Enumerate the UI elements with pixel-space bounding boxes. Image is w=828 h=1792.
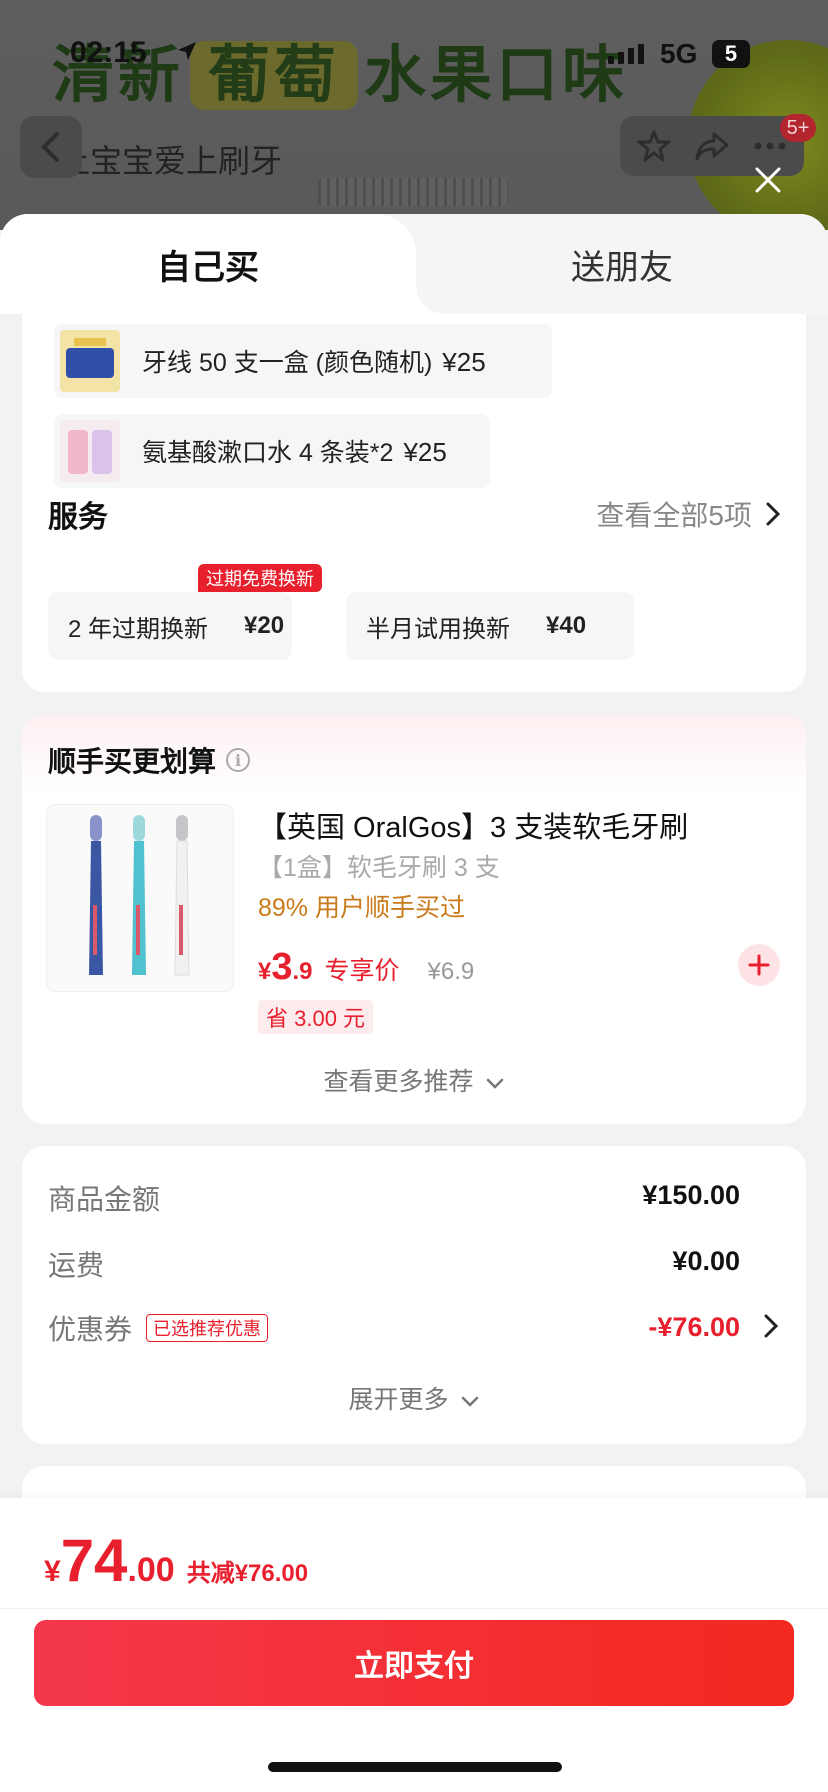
total-discount: 共减¥76.00 — [186, 1560, 309, 1587]
coupon-tag: 已选推荐优惠 — [146, 1314, 269, 1342]
battery-icon: 5 — [712, 40, 750, 68]
info-icon[interactable]: i — [226, 748, 251, 772]
addon-item[interactable]: 氨基酸漱口水 4 条装*2 ¥25 — [54, 414, 490, 488]
shipping-label: 运费 — [48, 1250, 105, 1281]
addon-item[interactable]: 牙线 50 支一盒 (颜色随机) ¥25 — [54, 324, 552, 398]
service-title: 服务 — [48, 501, 108, 534]
chevron-right-icon — [766, 502, 780, 526]
tab-gift-friend[interactable]: 送朋友 — [416, 214, 828, 314]
notification-badge: 5+ — [780, 114, 816, 142]
upsell-card: 顺手买更划算 i 【英国 OralGos】3 支装软毛牙刷 【1盒】软毛牙刷 3… — [22, 714, 806, 1124]
purchase-mode-tabs: 自己买 送朋友 — [0, 214, 828, 314]
see-more-label: 查看更多推荐 — [323, 1068, 474, 1096]
goods-amount-label: 商品金额 — [48, 1184, 161, 1215]
close-icon[interactable] — [752, 164, 784, 196]
chevron-left-icon — [41, 132, 59, 162]
original-price: ¥6.9 — [427, 958, 475, 985]
background-decoration — [318, 178, 508, 206]
network-type: 5G — [660, 38, 698, 69]
add-upsell-button[interactable] — [738, 944, 780, 986]
service-option-name: 2 年过期换新 — [68, 615, 209, 643]
price-label: 专享价 — [324, 957, 400, 985]
chevron-down-icon — [462, 1396, 479, 1407]
checkout-bottom-bar: ¥74.00 共减¥76.00 立即支付 — [0, 1498, 828, 1792]
service-option-price: ¥20 — [244, 612, 285, 639]
addon-thumbnail — [60, 330, 120, 392]
addon-price: ¥25 — [442, 347, 486, 377]
expand-more-label: 展开更多 — [348, 1386, 449, 1414]
home-indicator[interactable] — [268, 1762, 562, 1772]
service-option-name: 半月试用换新 — [366, 615, 510, 643]
upsell-product-image[interactable] — [46, 804, 234, 992]
status-time: 02:15 — [70, 36, 147, 69]
addons-service-card: 牙线 50 支一盒 (颜色随机) ¥25 氨基酸漱口水 4 条装*2 ¥25 服务 … — [22, 314, 806, 692]
price-currency: ¥ — [258, 958, 272, 985]
total-price: ¥74.00 共减¥76.00 — [44, 1526, 308, 1595]
upsell-product-name[interactable]: 【英国 OralGos】3 支装软毛牙刷 — [258, 804, 688, 846]
price-summary-card: 商品金额 ¥150.00 运费 ¥0.00 优惠券 已选推荐优惠 -¥76.00… — [22, 1146, 806, 1444]
chevron-right-icon[interactable] — [764, 1314, 778, 1338]
upsell-title: 顺手买更划算 i — [48, 740, 251, 780]
toothbrush-image — [89, 815, 190, 976]
price-decimal: .9 — [292, 958, 313, 985]
addon-thumbnail — [60, 420, 120, 482]
signal-icon — [608, 44, 644, 64]
total-currency: ¥ — [44, 1555, 61, 1588]
divider — [0, 1608, 828, 1609]
coupon-row[interactable]: 优惠券 已选推荐优惠 — [48, 1308, 269, 1348]
service-promo-tag: 过期免费换新 — [198, 564, 322, 592]
pay-now-button[interactable]: 立即支付 — [34, 1620, 794, 1706]
background-subtitle: 让宝宝爱上刷牙 — [58, 143, 283, 179]
service-option[interactable]: 2 年过期换新 ¥20 — [48, 592, 292, 660]
addon-name: 氨基酸漱口水 4 条装*2 — [142, 439, 394, 467]
upsell-price: ¥3.9 专享价 ¥6.9 — [258, 946, 474, 989]
goods-amount-value: ¥150.00 — [642, 1180, 740, 1210]
share-icon[interactable] — [694, 130, 730, 162]
upsell-buyers-stat: 89% 用户顺手买过 — [258, 894, 465, 922]
shipping-value: ¥0.00 — [672, 1246, 740, 1276]
service-see-all[interactable]: 查看全部5项 — [596, 494, 780, 534]
savings-badge: 省 3.00 元 — [258, 1000, 374, 1034]
expand-more[interactable]: 展开更多 — [22, 1380, 806, 1416]
price-integer: 3 — [271, 946, 293, 988]
location-arrow-icon — [178, 42, 196, 60]
see-more-recommendations[interactable]: 查看更多推荐 — [22, 1062, 806, 1098]
tab-buy-self[interactable]: 自己买 — [0, 214, 444, 314]
plus-icon — [748, 954, 770, 976]
coupon-value[interactable]: -¥76.00 — [648, 1312, 740, 1343]
service-see-all-label: 查看全部5项 — [596, 500, 752, 531]
total-integer: 74 — [60, 1527, 128, 1594]
back-button[interactable] — [20, 116, 82, 178]
addon-price: ¥25 — [403, 437, 447, 467]
upsell-product-spec: 【1盒】软毛牙刷 3 支 — [258, 854, 500, 882]
total-decimal: .00 — [127, 1551, 175, 1589]
status-bar: 02:15 5G 5 — [0, 0, 828, 100]
service-option-price: ¥40 — [546, 612, 587, 639]
more-icon[interactable] — [753, 141, 787, 151]
upsell-title-text: 顺手买更划算 — [48, 746, 217, 777]
chevron-down-icon — [487, 1078, 504, 1089]
addon-name: 牙线 50 支一盒 (颜色随机) — [142, 349, 433, 377]
star-icon[interactable] — [637, 129, 671, 163]
service-option[interactable]: 半月试用换新 ¥40 — [346, 592, 634, 660]
coupon-label: 优惠券 — [48, 1314, 133, 1345]
